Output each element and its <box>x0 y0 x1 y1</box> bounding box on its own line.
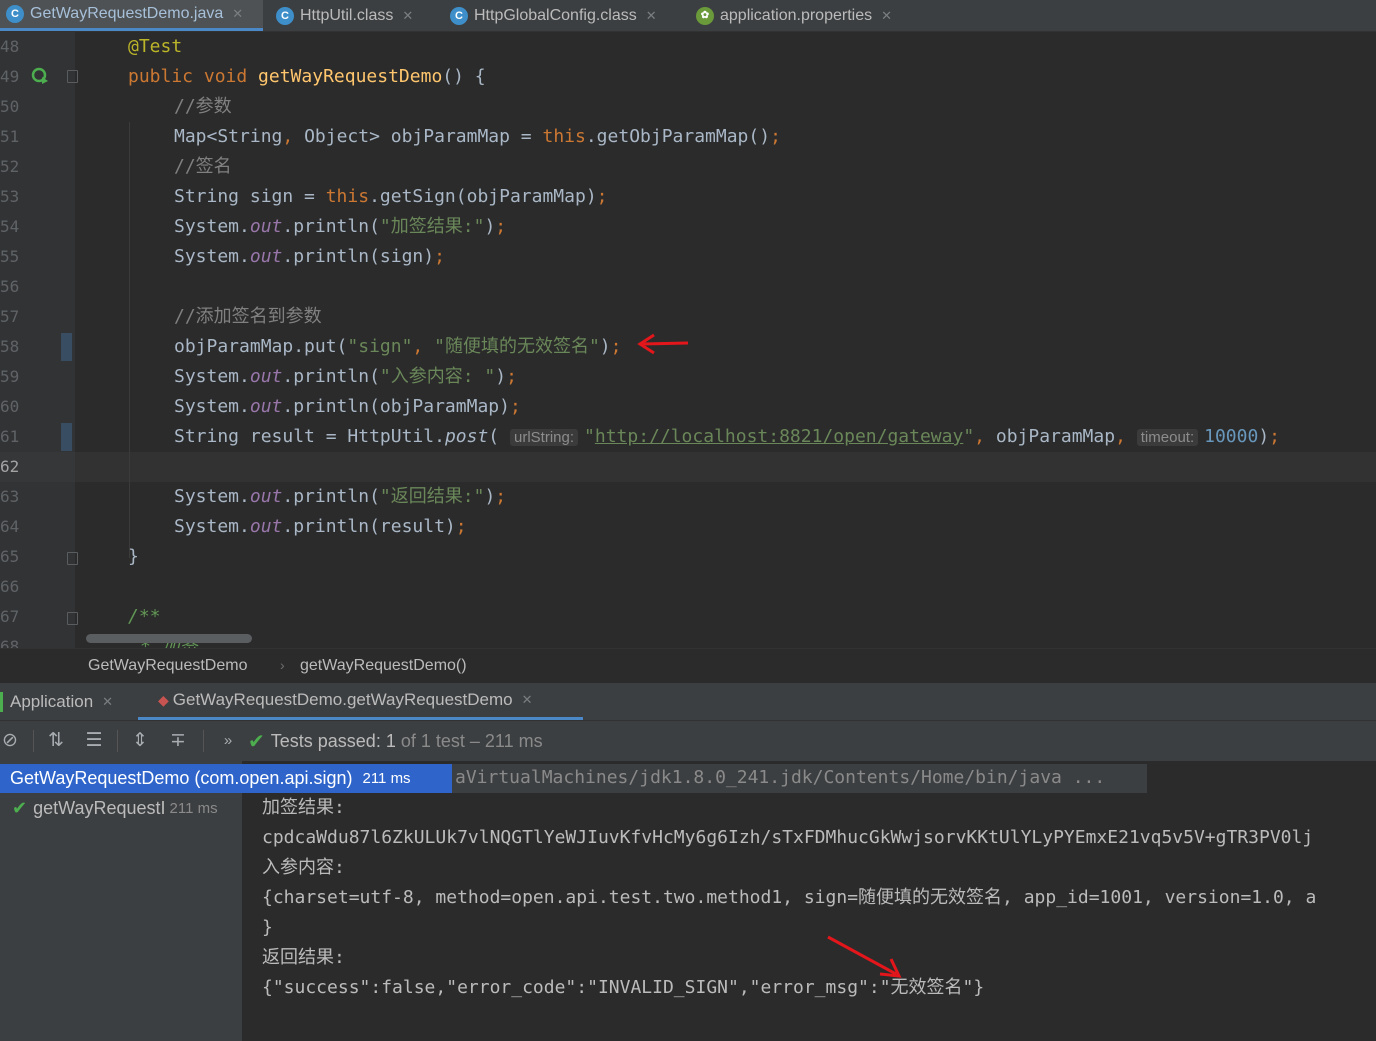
code-line: 67/** <box>0 606 161 627</box>
code-line: 57//添加签名到参数 <box>0 306 322 327</box>
code-line: 60 System.out.println(objParamMap); <box>0 396 521 417</box>
code-line: 64 System.out.println(result); <box>0 516 467 537</box>
sort-alphabetically-icon[interactable]: ⇅ <box>44 729 68 753</box>
close-icon[interactable]: ✕ <box>102 694 113 710</box>
code-line: 56 <box>0 277 20 296</box>
code-line: 63 System.out.println("返回结果:"); <box>0 486 507 507</box>
tab-httputil-class[interactable]: C HttpUtil.class ✕ <box>270 0 438 31</box>
console-line: 返回结果: <box>262 947 345 968</box>
console-output[interactable]: aVirtualMachines/jdk1.8.0_241.jdk/Conten… <box>242 761 1376 1041</box>
breadcrumb-class[interactable]: GetWayRequestDemo <box>88 657 247 675</box>
tab-httpglobalconfig-class[interactable]: C HttpGlobalConfig.class ✕ <box>444 0 684 31</box>
code-line: 48 @Test <box>0 36 183 57</box>
code-line: 66 <box>0 577 20 596</box>
tab-getwayrequestdemo-java[interactable]: C GetWayRequestDemo.java ✕ <box>0 0 263 31</box>
close-icon[interactable]: ✕ <box>646 8 657 24</box>
tab-label: application.properties <box>720 6 873 24</box>
horizontal-scrollbar[interactable] <box>86 634 252 643</box>
console-line: {charset=utf-8, method=open.api.test.two… <box>262 887 1317 908</box>
test-tree: GetWayRequestDemo (com.open.api.sign) 21… <box>0 761 452 1041</box>
class-file-icon: C <box>450 6 468 25</box>
check-icon: ✔ <box>12 797 28 818</box>
code-line: 65} <box>0 546 139 567</box>
console-command: aVirtualMachines/jdk1.8.0_241.jdk/Conten… <box>455 767 1106 788</box>
app-run-icon <box>0 691 3 712</box>
editor-tab-bar: C GetWayRequestDemo.java ✕ C HttpUtil.cl… <box>0 0 1376 32</box>
collapse-all-icon[interactable]: ∓ <box>166 729 190 753</box>
divider <box>33 730 34 752</box>
tab-label: HttpUtil.class <box>300 6 394 24</box>
spring-leaf-icon: ✿ <box>696 6 714 25</box>
tab-getwayrequestdemo-test[interactable]: ◆ GetWayRequestDemo.getWayRequestDemo ✕ <box>138 683 583 720</box>
code-line: 49 public void getWayRequestDemo() { <box>0 66 486 87</box>
tab-application-properties[interactable]: ✿ application.properties ✕ <box>690 0 920 31</box>
close-icon[interactable]: ✕ <box>881 8 892 24</box>
test-toolbar: ⊘ ⇅ ☰ ⇕ ∓ » ✔ Tests passed: 1 of 1 test … <box>0 721 1376 761</box>
breadcrumb: GetWayRequestDemo › getWayRequestDemo() <box>0 648 1376 684</box>
code-line: 50//参数 <box>0 96 232 117</box>
console-line: cpdcaWdu87l6ZkULUk7vlNQGTlYeWJIuvKfvHcMy… <box>262 827 1314 848</box>
run-tab-bar: Application ✕ ◆ GetWayRequestDemo.getWay… <box>0 683 1376 721</box>
code-editor[interactable]: 48 @Test 49 public void getWayRequestDemo(… <box>0 32 1376 648</box>
code-line: 59 System.out.println("入参内容: "); <box>0 366 517 387</box>
code-line: 52//签名 <box>0 156 232 177</box>
close-icon[interactable]: ✕ <box>522 692 533 708</box>
gateway-url-link[interactable]: http://localhost:8821/open/gateway <box>595 426 963 447</box>
tab-application[interactable]: Application ✕ <box>0 683 130 720</box>
close-icon[interactable]: ✕ <box>402 8 413 24</box>
red-arrow-annotation-icon <box>827 935 902 978</box>
divider <box>117 730 118 752</box>
code-line: 62 <box>0 457 20 476</box>
check-icon: ✔ <box>248 730 265 753</box>
stop-icon[interactable]: ⊘ <box>0 729 22 753</box>
console-line: 入参内容: <box>262 857 345 878</box>
close-icon[interactable]: ✕ <box>232 6 243 22</box>
expand-all-icon[interactable]: ⇕ <box>128 729 152 753</box>
class-file-icon: C <box>276 6 294 25</box>
sort-by-duration-icon[interactable]: ☰ <box>82 729 106 753</box>
tab-label: GetWayRequestDemo.java <box>30 5 224 22</box>
more-actions-icon[interactable]: » <box>216 729 240 753</box>
code-line: 54 System.out.println("加签结果:"); <box>0 216 507 237</box>
divider <box>203 730 204 752</box>
console-line: } <box>262 917 273 938</box>
console-line: 加签结果: <box>262 797 345 818</box>
breadcrumb-method[interactable]: getWayRequestDemo() <box>300 657 467 675</box>
test-run-icon: ◆ <box>158 691 169 708</box>
param-hint-timeout: timeout: <box>1136 429 1199 446</box>
java-class-icon: C <box>6 5 24 23</box>
red-arrow-annotation-icon <box>637 333 689 355</box>
code-line: 53 String sign = this.getSign(objParamMap… <box>0 186 608 207</box>
param-hint-urlstring: urlString: <box>509 429 579 446</box>
test-status: ✔ Tests passed: 1 of 1 test – 211 ms <box>248 730 543 753</box>
tab-label: HttpGlobalConfig.class <box>474 6 637 24</box>
code-line: 61 String result = HttpUtil.post( urlStri… <box>0 426 1280 447</box>
code-line: 51 Map<String, Object> objParamMap = this… <box>0 126 781 147</box>
test-tree-item[interactable]: ✔ getWayRequestI 211 ms <box>0 793 242 823</box>
chevron-right-icon: › <box>280 657 285 673</box>
code-line: 55 System.out.println(sign); <box>0 246 445 267</box>
test-tree-root[interactable]: GetWayRequestDemo (com.open.api.sign) 21… <box>0 764 452 793</box>
